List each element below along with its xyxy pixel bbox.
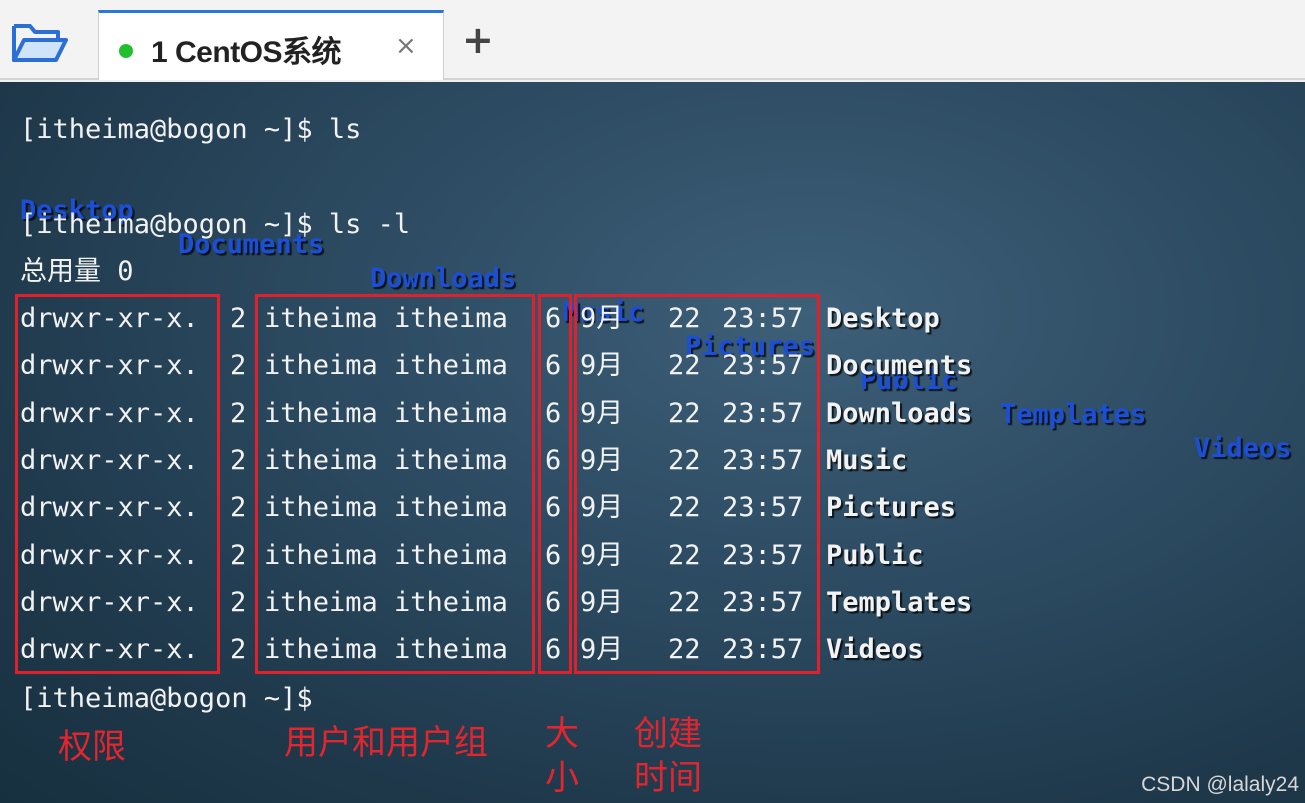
time-annotation-line1: 创建 (634, 714, 702, 754)
owner-annotation: 用户和用户组 (284, 723, 488, 763)
time-highlight-box (574, 294, 820, 674)
link-count-cell: 2 (230, 634, 247, 666)
link-count-cell: 2 (230, 397, 247, 429)
ls-output: Desktop Documents Downloads Music Pictur… (0, 160, 1305, 464)
size-annotation-line1: 大 (545, 714, 579, 754)
close-icon[interactable]: × (395, 31, 417, 61)
size-annotation-line2: 小 (545, 758, 579, 798)
dir-name-cell: Videos (826, 634, 924, 666)
watermark: CSDN @lalaly24 (1141, 773, 1299, 796)
dir-entry: Downloads (370, 263, 517, 294)
prompt-line: [itheima@bogon ~]$ (20, 683, 313, 714)
new-tab-button[interactable]: + (462, 20, 494, 60)
connection-status-icon (119, 44, 133, 58)
dir-name-cell: Desktop (826, 303, 940, 334)
dir-entry: Videos (1194, 433, 1292, 464)
link-count-cell: 2 (230, 444, 247, 476)
link-count-cell: 2 (230, 539, 247, 571)
command-line-ls: [itheima@bogon ~]$ ls (20, 114, 362, 145)
dir-name-cell: Templates (826, 586, 973, 618)
owner-highlight-box (255, 294, 535, 674)
command-line-ls-l: [itheima@bogon ~]$ ls -l (20, 209, 411, 240)
permission-highlight-box (15, 294, 220, 674)
dir-name-cell: Music (826, 444, 908, 476)
link-count-cell: 2 (230, 492, 247, 524)
size-highlight-box (538, 294, 572, 674)
link-count-cell: 2 (230, 303, 247, 334)
tab-centos[interactable]: 1 CentOS系统 × (98, 10, 444, 80)
dir-name-cell: Public (826, 539, 924, 571)
link-count-cell: 2 (230, 586, 247, 618)
folder-open-icon[interactable] (8, 18, 70, 68)
tab-bar: 1 CentOS系统 × + (0, 0, 1305, 80)
link-count-cell: 2 (230, 350, 247, 382)
dir-entry: Templates (1000, 399, 1147, 430)
dir-name-cell: Pictures (826, 492, 957, 524)
permission-annotation: 权限 (58, 727, 126, 767)
tab-title: 1 CentOS系统 (151, 36, 342, 69)
time-annotation-line2: 时间 (634, 758, 702, 798)
total-line: 总用量 0 (20, 256, 134, 287)
dir-name-cell: Documents (826, 350, 973, 382)
terminal[interactable]: [itheima@bogon ~]$ ls Desktop Documents … (0, 82, 1305, 803)
dir-name-cell: Downloads (826, 397, 973, 429)
